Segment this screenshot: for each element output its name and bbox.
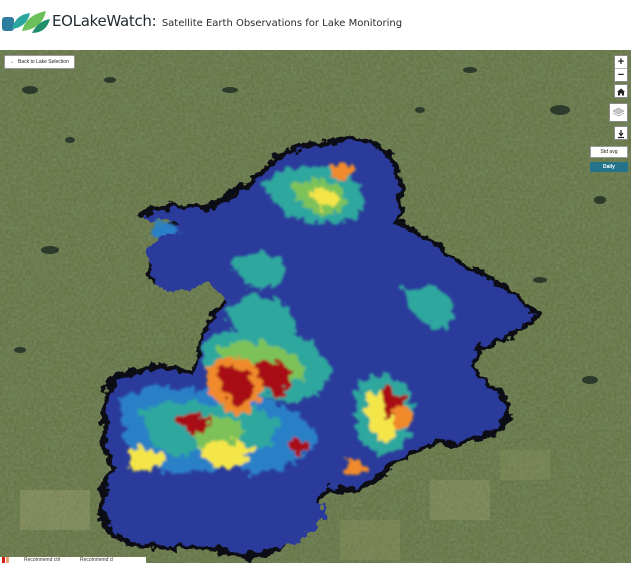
app-subtitle: Satellite Earth Observations for Lake Mo… [161,18,403,29]
back-button-label: Back to Lake Selection [18,59,69,65]
app-title: EOLakeWatch: Satellite Earth Observation… [52,12,402,31]
back-to-lake-selection-button[interactable]: ← Back to Lake Selection [4,55,75,69]
arrow-left-icon: ← [10,59,15,65]
daily-button[interactable]: Daily [590,162,628,172]
layers-icon [612,107,625,117]
legend-item: Recommend ctrl [24,557,61,563]
zoom-in-button[interactable]: + [615,56,627,68]
date-average-field[interactable]: Std avg [590,146,628,158]
layers-button[interactable] [609,103,628,122]
home-icon [617,88,625,96]
app-header: EOLakeWatch: Satellite Earth Observation… [0,0,631,50]
zoom-out-button[interactable]: − [615,68,627,81]
satellite-map-canvas[interactable] [0,50,631,563]
map-legend: Recommend ctrl Recommend cl [0,557,146,563]
download-icon [618,130,624,139]
download-button[interactable] [614,126,628,140]
home-button[interactable] [614,84,628,98]
eolakewatch-logo-icon [2,11,50,33]
zoom-control: + − [614,55,628,82]
brand-name: EOLakeWatch: [52,12,157,30]
lake-map[interactable] [0,50,631,563]
legend-item: Recommend cl [80,557,114,563]
legend-swatch-icon [2,557,9,563]
